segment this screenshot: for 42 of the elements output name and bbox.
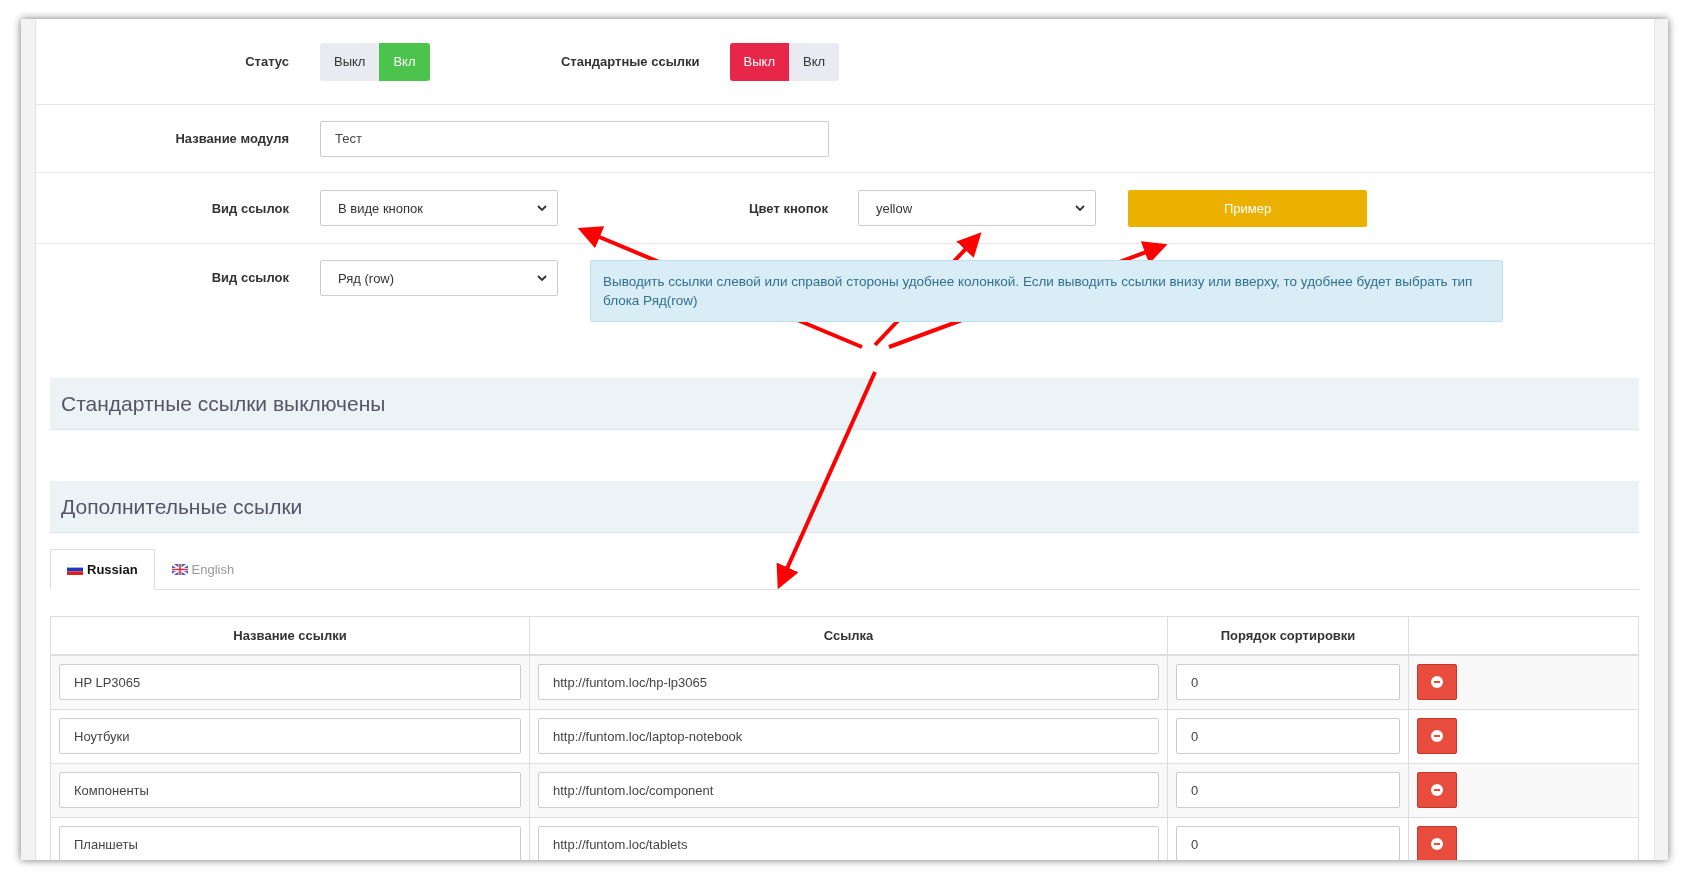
select-field[interactable]: Ряд (row): [320, 260, 558, 296]
text-field[interactable]: http://funtom.loc/tablets: [538, 826, 1159, 860]
toggle-option[interactable]: Выкл: [729, 42, 789, 81]
text-field[interactable]: 0: [1176, 664, 1400, 701]
text-field[interactable]: Планшеты: [59, 826, 521, 860]
field-label: Стандартные ссылки: [559, 54, 701, 69]
section-heading: Стандартные ссылки выключены: [50, 378, 1639, 430]
remove-button[interactable]: [1417, 826, 1457, 860]
chevron-down-icon: [1075, 205, 1085, 211]
minus-circle-icon: [1431, 730, 1443, 742]
select-field[interactable]: yellow: [858, 190, 1096, 226]
field-label: Вид ссылок: [210, 200, 290, 216]
text-field[interactable]: Тест: [320, 120, 829, 157]
text-field[interactable]: 0: [1176, 718, 1400, 754]
toggle-option[interactable]: Вкл: [788, 42, 840, 81]
text-field[interactable]: http://funtom.loc/hp-lp3065: [538, 664, 1159, 701]
minus-circle-icon: [1431, 838, 1443, 850]
text-field[interactable]: 0: [1176, 772, 1400, 808]
chevron-down-icon: [537, 205, 547, 211]
field-label: Цвет кнопок: [748, 200, 829, 216]
chevron-down-icon: [537, 275, 547, 281]
language-tab[interactable]: Russian: [50, 549, 155, 590]
text-field[interactable]: HP LP3065: [59, 664, 521, 701]
text-field[interactable]: Ноутбуки: [59, 718, 521, 754]
text-field[interactable]: http://funtom.loc/laptop-notebook: [538, 718, 1159, 754]
field-label: Статус: [244, 54, 290, 69]
remove-button[interactable]: [1417, 664, 1457, 701]
field-label: Вид ссылок: [210, 270, 290, 285]
section-heading: Дополнительные ссылки: [50, 481, 1639, 533]
field-label: Название модуля: [174, 131, 290, 146]
text-field[interactable]: Компоненты: [59, 772, 521, 808]
toggle-option[interactable]: Выкл: [320, 42, 380, 81]
text-field[interactable]: http://funtom.loc/component: [538, 772, 1159, 808]
minus-circle-icon: [1431, 784, 1443, 796]
remove-button[interactable]: [1417, 772, 1457, 808]
remove-button[interactable]: [1417, 718, 1457, 754]
select-field[interactable]: В виде кнопок: [320, 190, 558, 226]
info-alert: Выводить ссылки слевой или справой стороны удобнее колонкой. Если выводить ссылки внизу или вверху, то удобнее будет выбрать тип блока Ряд(row): [590, 260, 1503, 322]
flag-icon: [67, 564, 83, 575]
text-field[interactable]: 0: [1176, 826, 1400, 860]
minus-circle-icon: [1431, 676, 1443, 689]
flag-icon: [171, 564, 188, 575]
